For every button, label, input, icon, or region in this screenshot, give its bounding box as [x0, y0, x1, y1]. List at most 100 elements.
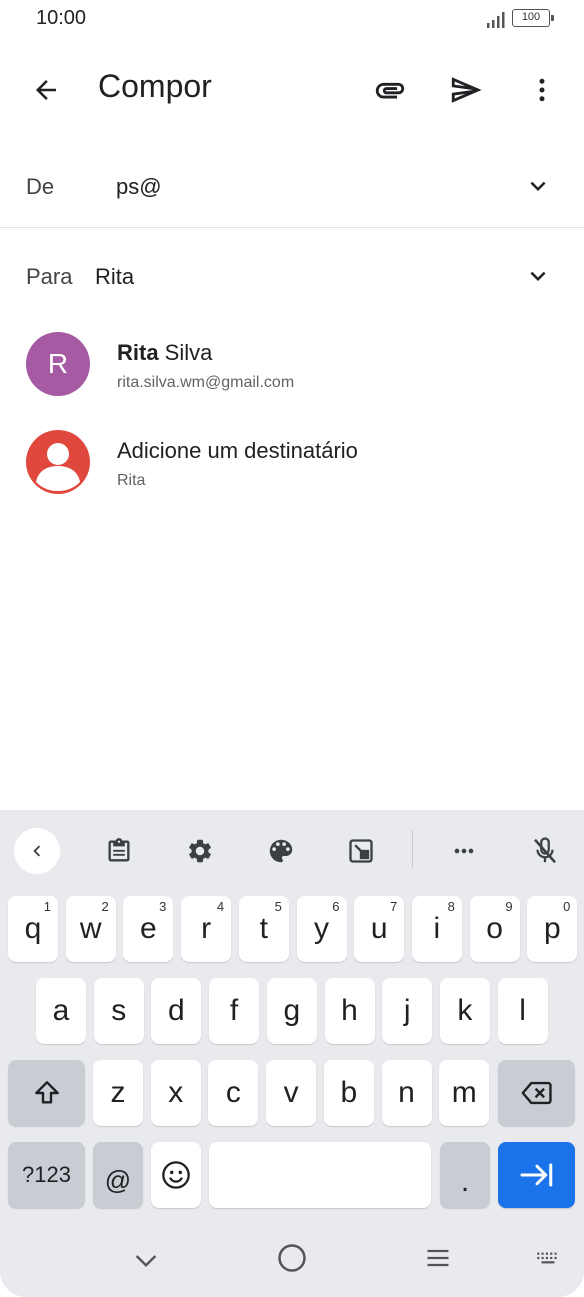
key-label: q [24, 912, 42, 945]
toolbar-back-button[interactable] [14, 828, 60, 874]
key-i[interactable]: i8 [411, 896, 462, 962]
more-horiz-icon [454, 848, 474, 854]
key-g[interactable]: g [266, 978, 317, 1044]
home-button[interactable] [274, 1240, 310, 1276]
home-circle-icon [278, 1244, 306, 1272]
attach-button[interactable] [366, 66, 414, 114]
avatar [26, 430, 90, 494]
key-u[interactable]: u7 [354, 896, 405, 962]
menu-icon [427, 1249, 449, 1267]
key-label: i [433, 912, 441, 945]
key-y[interactable]: y6 [296, 896, 347, 962]
key-s[interactable]: s [93, 978, 144, 1044]
from-value[interactable]: ps@ [116, 174, 162, 200]
to-input[interactable]: Rita [95, 264, 134, 290]
to-field[interactable]: Para Rita [0, 240, 584, 314]
back-button[interactable] [22, 66, 70, 114]
key-hint: 2 [101, 899, 109, 914]
key-w[interactable]: w2 [65, 896, 116, 962]
app-bar: Compor [0, 48, 584, 128]
key-o[interactable]: o9 [469, 896, 520, 962]
key-c[interactable]: c [208, 1060, 259, 1126]
more-tools-button[interactable] [441, 828, 487, 874]
hide-keyboard-button[interactable] [128, 1242, 164, 1278]
paperclip-icon [375, 82, 405, 99]
key-x[interactable]: x [150, 1060, 201, 1126]
key-label: t [259, 912, 268, 945]
avatar: R [26, 332, 90, 396]
status-bar: 10:00 100 [0, 0, 584, 40]
settings-button[interactable] [177, 828, 223, 874]
contact-email: rita.silva.wm@gmail.com [117, 374, 295, 391]
clipboard-icon [108, 838, 130, 862]
symbols-key[interactable]: ?123 [8, 1142, 85, 1208]
period-key-label: . [460, 1165, 470, 1198]
toolbar-divider [412, 830, 413, 868]
key-q[interactable]: q1 [8, 896, 58, 962]
recents-button[interactable] [420, 1240, 456, 1276]
gear-icon [189, 839, 211, 863]
mic-off-icon [534, 837, 556, 864]
more-options-button[interactable] [518, 66, 566, 114]
floating-keyboard-button[interactable] [338, 828, 384, 874]
key-k[interactable]: k [439, 978, 490, 1044]
more-vert-icon [539, 78, 545, 102]
add-recipient-label: Adicione um destinatário [117, 438, 358, 463]
key-j[interactable]: j [382, 978, 433, 1044]
key-label: y [314, 912, 329, 945]
page-title: Compor [98, 68, 212, 104]
backspace-key[interactable] [498, 1060, 575, 1126]
clipboard-button[interactable] [96, 828, 142, 874]
voice-input-button[interactable] [522, 828, 568, 874]
key-label: r [201, 912, 212, 945]
key-hint: 1 [43, 899, 51, 914]
space-key[interactable] [209, 1142, 431, 1208]
key-m[interactable]: m [439, 1060, 490, 1126]
key-a[interactable]: a [36, 978, 86, 1044]
from-field[interactable]: De ps@ [0, 148, 584, 228]
battery-level: 100 [521, 11, 541, 23]
symbols-key-label: ?123 [22, 1162, 71, 1187]
contact-suggestion[interactable]: R Rita Silva rita.silva.wm@gmail.com [0, 318, 584, 408]
from-label: De [26, 174, 55, 199]
key-h[interactable]: h [324, 978, 375, 1044]
key-hint: 0 [563, 899, 571, 914]
next-key[interactable] [498, 1142, 575, 1208]
emoji-icon [162, 1161, 190, 1189]
key-hint: 8 [447, 899, 455, 914]
key-r[interactable]: r4 [181, 896, 232, 962]
key-hint: 7 [389, 899, 398, 914]
from-expand-button[interactable] [520, 168, 556, 204]
at-key-label: @ [104, 1164, 132, 1195]
key-n[interactable]: n [381, 1060, 432, 1126]
at-key[interactable]: @ [93, 1142, 143, 1208]
key-label: o [486, 912, 503, 945]
arrow-back-icon [36, 80, 56, 100]
send-button[interactable] [442, 66, 490, 114]
key-d[interactable]: d [151, 978, 202, 1044]
add-recipient-suggestion[interactable]: Adicione um destinatário Rita [0, 416, 584, 506]
emoji-key[interactable] [151, 1142, 201, 1208]
period-key[interactable]: . [440, 1142, 490, 1208]
key-hint: 4 [216, 899, 225, 914]
theme-button[interactable] [258, 828, 304, 874]
key-l[interactable]: l [497, 978, 548, 1044]
key-t[interactable]: t5 [238, 896, 289, 962]
key-label: u [370, 912, 388, 945]
shift-icon [34, 1081, 59, 1104]
send-icon [451, 77, 482, 103]
key-p[interactable]: p0 [527, 896, 578, 962]
key-hint: 9 [505, 899, 513, 914]
key-hint: 6 [332, 899, 340, 914]
key-f[interactable]: f [209, 978, 260, 1044]
key-v[interactable]: v [266, 1060, 317, 1126]
key-e[interactable]: e3 [123, 896, 174, 962]
key-b[interactable]: b [323, 1060, 374, 1126]
key-z[interactable]: z [93, 1060, 143, 1126]
shift-key[interactable] [8, 1060, 85, 1126]
backspace-icon [521, 1081, 552, 1105]
key-label: p [543, 912, 561, 945]
to-expand-button[interactable] [520, 258, 556, 294]
palette-icon [269, 839, 293, 863]
keyboard-switch-button[interactable] [532, 1242, 564, 1274]
